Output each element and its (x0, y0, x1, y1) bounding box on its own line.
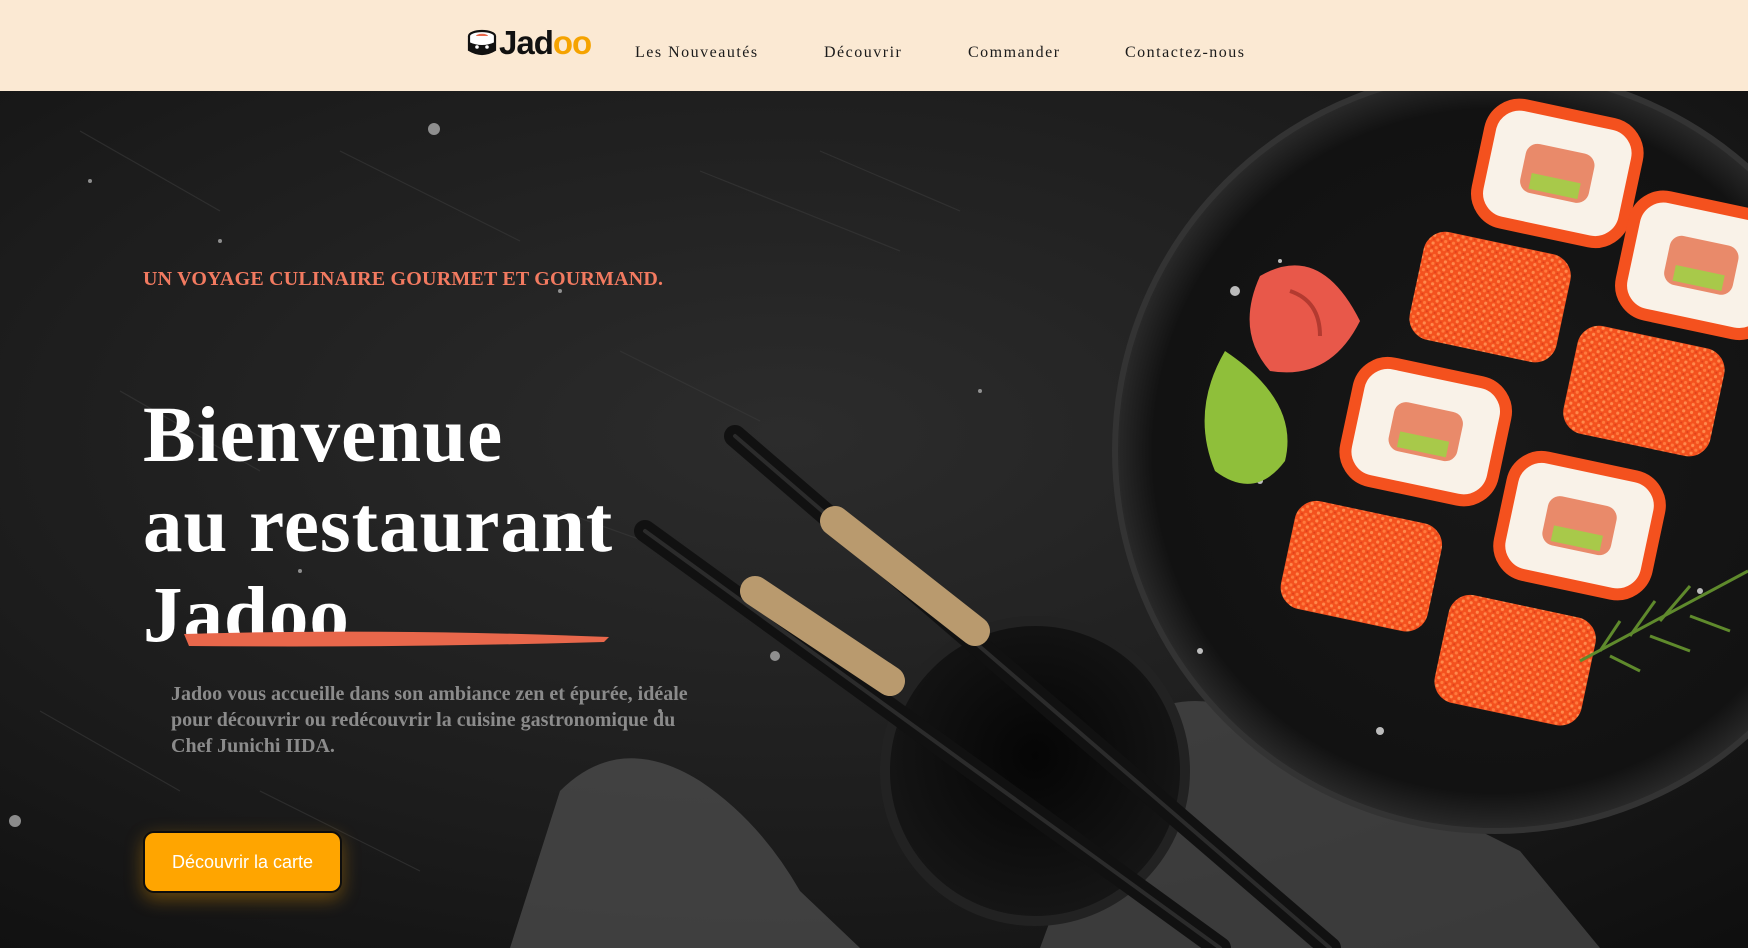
top-navigation-bar: Jadoo Les Nouveautés Découvrir Commander… (0, 0, 1748, 91)
nav-les-nouveautes[interactable]: Les Nouveautés (635, 44, 759, 62)
sushi-logo-icon (467, 29, 497, 55)
discover-menu-button[interactable]: Découvrir la carte (143, 831, 342, 893)
hero-description: Jadoo vous accueille dans son ambiance z… (171, 683, 688, 757)
nav-contactez-nous[interactable]: Contactez-nous (1125, 44, 1246, 62)
brand-logo[interactable]: Jadoo (467, 24, 592, 61)
hero-title: Bienvenue au restaurant Jadoo (143, 391, 613, 661)
hero-title-line-1: Bienvenue (143, 392, 504, 479)
title-underline-brush (184, 631, 609, 647)
nav-decouvrir[interactable]: Découvrir (824, 44, 902, 62)
brand-name: Jadoo (499, 24, 592, 61)
hero-section: UN VOYAGE CULINAIRE GOURMET ET GOURMAND.… (0, 91, 1748, 948)
nav-commander[interactable]: Commander (968, 44, 1061, 62)
hero-title-line-2: au restaurant (143, 482, 614, 569)
hero-tagline: UN VOYAGE CULINAIRE GOURMET ET GOURMAND. (143, 268, 664, 290)
brand-name-accent: oo (552, 24, 592, 61)
brand-name-main: Jad (499, 24, 554, 61)
